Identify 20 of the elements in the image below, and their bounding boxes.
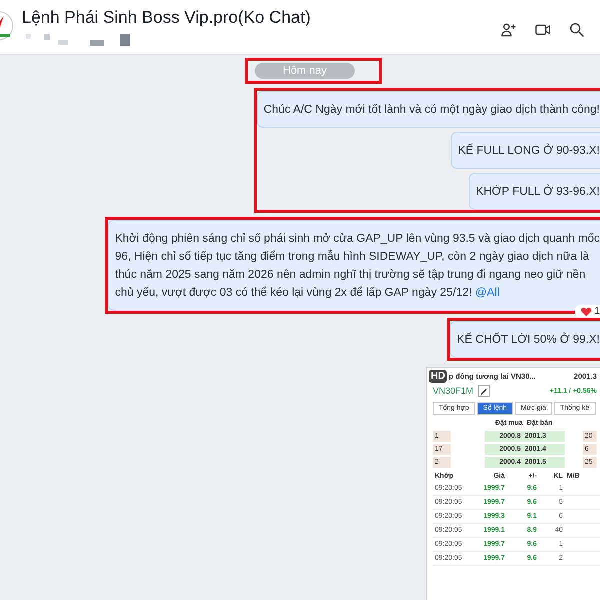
add-member-icon[interactable] xyxy=(500,21,518,39)
message-text: thúc năm 2025 sang năm 2026 nên admin nghĩ thị trường sẽ tập trung đi ngang neo giữ nền xyxy=(115,268,587,283)
reaction-badge[interactable]: 1 xyxy=(575,305,600,318)
message-text: Khởi động phiên sáng chỉ số phái sinh mở cửa GAP_UP lên vùng 93.5 và giao dịch quanh mốc xyxy=(115,232,600,247)
search-icon[interactable] xyxy=(568,21,586,39)
chat-title: Lệnh Phái Sinh Boss Vip.pro(Ko Chat) xyxy=(22,8,311,28)
message-text: KẾ CHỐT LỜI 50% Ở 99.X! xyxy=(457,332,600,348)
message-text: KHỚP FULL Ở 93-96.X! xyxy=(476,184,600,200)
symbol-text: VN30F1M xyxy=(433,386,474,396)
mention-link[interactable]: @All xyxy=(475,287,500,299)
reaction-count: 1 xyxy=(594,306,600,317)
app-screenshot-panel[interactable] xyxy=(426,367,600,600)
pencil-icon[interactable] xyxy=(478,385,490,397)
message-text: Chúc A/C Ngày mới tốt lành và có một ngày giao dịch thành công! xyxy=(264,103,600,118)
message-text: 96, Hiện chỉ số tiếp tục tăng điểm trong mẫu hình SIDEWAY_UP, còn 2 ngày giao dịch nữa là xyxy=(115,249,590,265)
hd-badge: HD xyxy=(429,370,448,383)
date-divider: Hôm nay xyxy=(255,63,356,79)
message-text: KẾ FULL LONG Ở 90-93.X! xyxy=(458,142,600,159)
heart-icon xyxy=(581,306,592,316)
message-text: chủ yếu, vượt được 03 có thể kéo lại vùng 2x để lấp GAP ngày 25/12! xyxy=(115,287,472,299)
